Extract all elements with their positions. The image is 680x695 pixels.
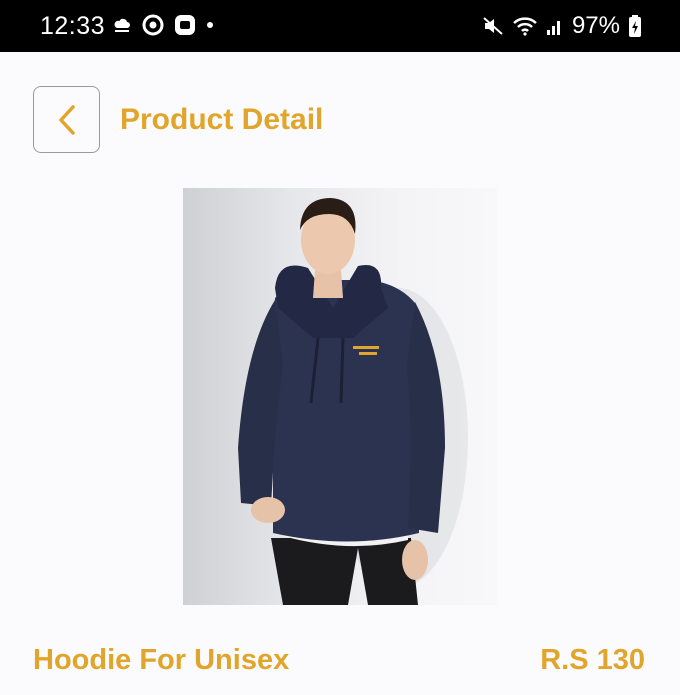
status-time: 12:33 [40, 12, 106, 40]
battery-icon [629, 15, 641, 37]
page-title: Product Detail [120, 103, 324, 136]
hoodie-illustration [238, 198, 468, 605]
status-bar: 12:33 97% [0, 0, 680, 52]
mute-icon [483, 17, 503, 35]
cloud-icon [114, 18, 130, 32]
header: Product Detail [0, 52, 680, 182]
product-image [183, 188, 497, 605]
chevron-left-icon [58, 104, 75, 135]
product-name: Hoodie For Unisex [33, 644, 290, 676]
battery-percent: 97% [571, 12, 620, 39]
product-price: R.S 130 [540, 644, 645, 676]
signal-icon [546, 21, 560, 35]
app-icon [175, 15, 195, 35]
chrome-icon [142, 14, 164, 36]
dot-icon [207, 22, 213, 28]
wifi-icon [513, 17, 537, 36]
back-button[interactable] [33, 86, 100, 153]
status-right-icons: 97% [482, 12, 642, 40]
status-left-icons [112, 14, 214, 36]
